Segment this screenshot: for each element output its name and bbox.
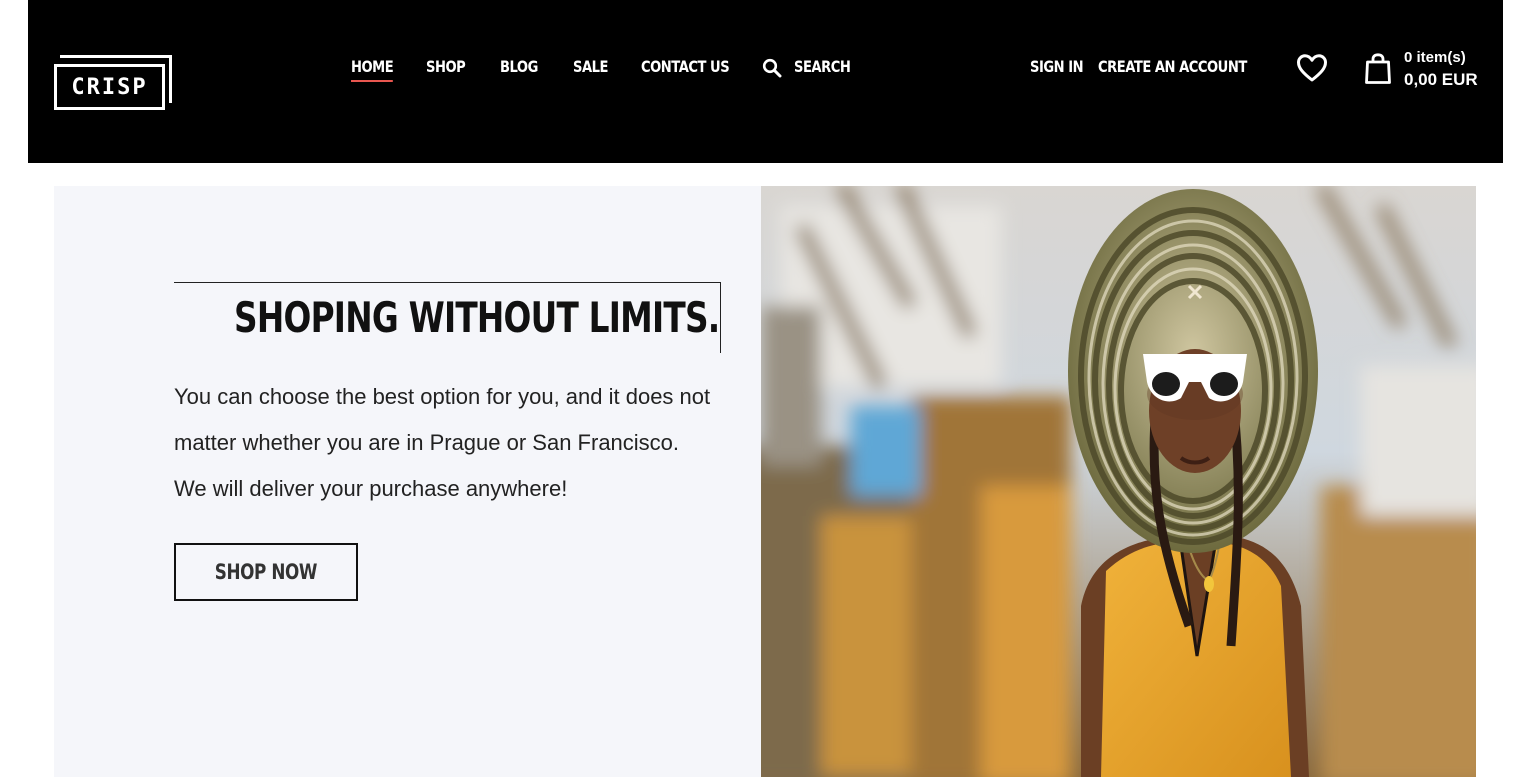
- nav-contact-us[interactable]: CONTACT US: [641, 56, 730, 78]
- nav-shop[interactable]: SHOP: [426, 56, 466, 78]
- shopping-bag-icon[interactable]: [1364, 53, 1392, 85]
- heart-icon[interactable]: [1296, 53, 1328, 83]
- hero-description: You can choose the best option for you, …: [174, 384, 711, 501]
- woman-in-sun-hat-image: [761, 186, 1476, 777]
- search-icon[interactable]: [762, 58, 782, 78]
- nav-blog[interactable]: BLOG: [500, 56, 538, 78]
- hero-title-frame: SHOPING WITHOUT LIMITS.: [174, 282, 721, 353]
- nav-sale[interactable]: SALE: [573, 56, 608, 78]
- cart-item-count: 0 item(s): [1404, 49, 1466, 66]
- shop-now-button[interactable]: SHOP NOW: [174, 543, 358, 601]
- sign-in-link[interactable]: SIGN IN: [1030, 56, 1084, 78]
- site-header: CRISP HOME SHOP BLOG SALE CONTACT US SEA…: [28, 0, 1503, 163]
- create-account-link[interactable]: CREATE AN ACCOUNT: [1098, 56, 1247, 78]
- nav-home[interactable]: HOME: [351, 56, 394, 82]
- shop-now-label: SHOP NOW: [214, 560, 318, 584]
- main-navigation: HOME SHOP BLOG SALE CONTACT US SEARCH SI…: [28, 56, 1503, 82]
- hero-banner: SHOPING WITHOUT LIMITS. You can choose t…: [54, 186, 1476, 777]
- cart-total: 0,00 EUR: [1404, 70, 1478, 89]
- nav-search[interactable]: SEARCH: [794, 56, 851, 78]
- hero-title: SHOPING WITHOUT LIMITS.: [234, 293, 720, 342]
- cart-summary[interactable]: 0 item(s) 0,00 EUR: [1404, 48, 1478, 92]
- hero-photo: [761, 186, 1476, 777]
